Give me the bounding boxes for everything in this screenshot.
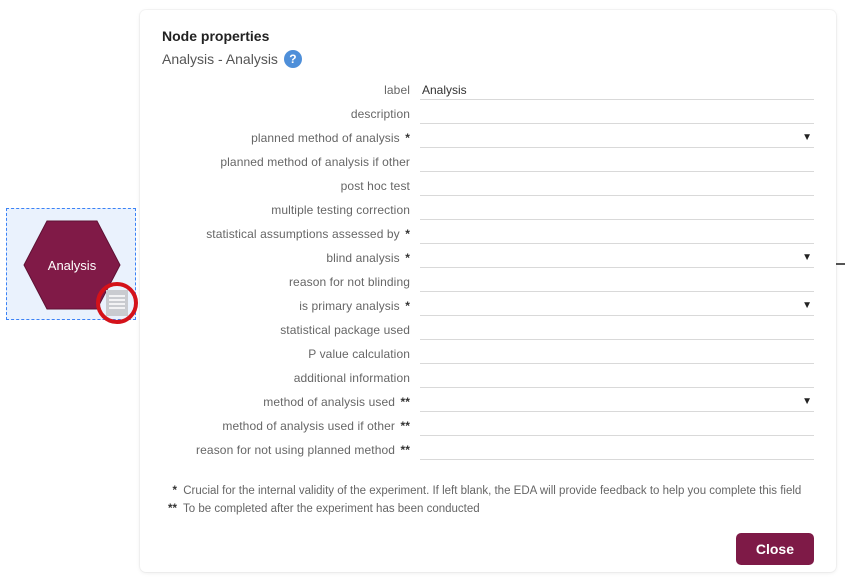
panel-subtitle: Analysis - Analysis ? [162,50,814,68]
field-row-label: label [162,78,814,102]
field-wrap-reason_not_planned [420,440,814,460]
field-wrap-additional_info [420,368,814,388]
field-wrap-multiple_testing [420,200,814,220]
field-wrap-is_primary: ▼ [420,296,814,316]
field-label-is_primary: is primary analysis * [162,299,420,313]
additional_info-input[interactable] [420,368,814,388]
field-wrap-method_used_other [420,416,814,436]
field-row-blind_analysis: blind analysis *▼ [162,246,814,270]
post_hoc-input[interactable] [420,176,814,196]
field-wrap-planned_method: ▼ [420,128,814,148]
method_used-select[interactable] [420,392,814,412]
field-label-description: description [162,107,420,121]
field-label-post_hoc: post hoc test [162,179,420,193]
field-row-planned_method: planned method of analysis *▼ [162,126,814,150]
field-label-method_used_other: method of analysis used if other ** [162,419,420,433]
reason_not_planned-input[interactable] [420,440,814,460]
field-row-additional_info: additional information [162,366,814,390]
planned_method_other-input[interactable] [420,152,814,172]
node-properties-badge[interactable] [96,282,138,324]
field-row-post_hoc: post hoc test [162,174,814,198]
field-label-stat_package: statistical package used [162,323,420,337]
field-row-p_value_calc: P value calculation [162,342,814,366]
field-label-reason_not_blinding: reason for not blinding [162,275,420,289]
field-label-additional_info: additional information [162,371,420,385]
field-row-planned_method_other: planned method of analysis if other [162,150,814,174]
footnotes: * Crucial for the internal validity of t… [162,482,814,519]
reason_not_blinding-input[interactable] [420,272,814,292]
required-single-icon: * [400,227,410,241]
required-double-icon: ** [395,395,410,409]
field-label-method_used: method of analysis used ** [162,395,420,409]
required-single-icon: * [400,299,410,313]
method_used_other-input[interactable] [420,416,814,436]
node-properties-panel: Node properties Analysis - Analysis ? la… [140,10,836,572]
close-button[interactable]: Close [736,533,814,565]
is_primary-select[interactable] [420,296,814,316]
properties-form: label description planned method of analys… [162,78,814,462]
stat_assumptions-input[interactable] [420,224,814,244]
field-wrap-description [420,104,814,124]
multiple_testing-input[interactable] [420,200,814,220]
required-double-icon: ** [395,443,410,457]
p_value_calc-input[interactable] [420,344,814,364]
required-single-icon: * [400,251,410,265]
footnote-double: To be completed after the experiment has… [183,503,480,515]
field-row-reason_not_blinding: reason for not blinding [162,270,814,294]
field-row-reason_not_planned: reason for not using planned method ** [162,438,814,462]
field-label-multiple_testing: multiple testing correction [162,203,420,217]
field-wrap-planned_method_other [420,152,814,172]
subtitle-text: Analysis - Analysis [162,51,278,67]
planned_method-select[interactable] [420,128,814,148]
field-row-method_used_other: method of analysis used if other ** [162,414,814,438]
field-wrap-post_hoc [420,176,814,196]
field-wrap-stat_assumptions [420,224,814,244]
field-label-reason_not_planned: reason for not using planned method ** [162,443,420,457]
field-label-p_value_calc: P value calculation [162,347,420,361]
field-label-planned_method_other: planned method of analysis if other [162,155,420,169]
label-input[interactable] [420,80,814,100]
field-label-label: label [162,83,420,97]
field-row-is_primary: is primary analysis *▼ [162,294,814,318]
required-double-icon: ** [395,419,410,433]
field-wrap-stat_package [420,320,814,340]
panel-title: Node properties [162,28,814,44]
field-row-stat_assumptions: statistical assumptions assessed by * [162,222,814,246]
blind_analysis-select[interactable] [420,248,814,268]
field-wrap-label [420,80,814,100]
field-row-description: description [162,102,814,126]
field-label-stat_assumptions: statistical assumptions assessed by * [162,227,420,241]
help-icon[interactable]: ? [284,50,302,68]
field-row-method_used: method of analysis used **▼ [162,390,814,414]
field-wrap-p_value_calc [420,344,814,364]
description-input[interactable] [420,104,814,124]
field-row-stat_package: statistical package used [162,318,814,342]
field-row-multiple_testing: multiple testing correction [162,198,814,222]
document-icon [106,290,128,316]
field-wrap-method_used: ▼ [420,392,814,412]
field-label-planned_method: planned method of analysis * [162,131,420,145]
field-wrap-blind_analysis: ▼ [420,248,814,268]
stat_package-input[interactable] [420,320,814,340]
field-label-blind_analysis: blind analysis * [162,251,420,265]
field-wrap-reason_not_blinding [420,272,814,292]
required-single-icon: * [400,131,410,145]
footnote-single: Crucial for the internal validity of the… [183,485,801,497]
